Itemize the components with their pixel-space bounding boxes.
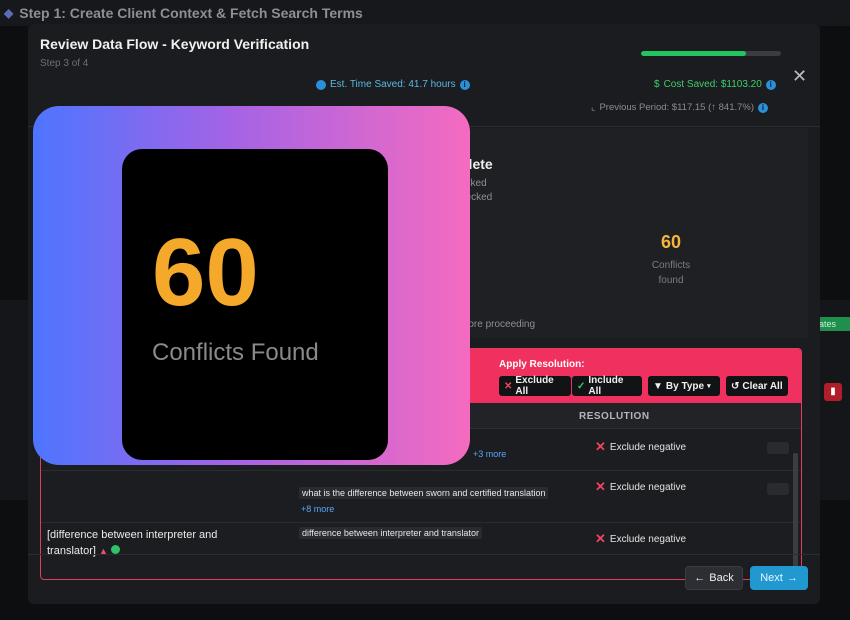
x-icon: ✕ xyxy=(595,479,606,494)
chart-icon: ⌞ xyxy=(591,102,596,113)
scrollbar[interactable] xyxy=(793,453,798,577)
row-action-button[interactable] xyxy=(767,483,789,495)
by-type-label: By Type xyxy=(665,380,705,392)
arrow-left-icon: ← xyxy=(694,572,706,584)
resolution-column-header: RESOLUTION xyxy=(579,411,650,422)
step-indicator: Step 3 of 4 xyxy=(40,58,89,69)
step-icon: ◆ xyxy=(4,6,14,20)
instruction-text: efore proceeding xyxy=(460,319,536,330)
resolution-select[interactable]: ✕ Exclude negative xyxy=(595,531,686,547)
x-icon: ✕ xyxy=(595,531,606,546)
delete-icon[interactable]: ▮ xyxy=(824,383,842,401)
clear-all-button[interactable]: ↺ Clear All xyxy=(726,376,788,396)
conflicts-found-label: Conflicts Found xyxy=(152,339,319,366)
resolution-select[interactable]: ✕ Exclude negative xyxy=(595,439,686,455)
dollar-icon: $ xyxy=(654,79,660,90)
more-link[interactable]: +3 more xyxy=(473,449,506,459)
footer-divider xyxy=(28,554,820,555)
arrow-right-icon: → xyxy=(786,572,798,584)
step1-title: Step 1: Create Client Context & Fetch Se… xyxy=(19,5,363,21)
include-all-button[interactable]: ✓ Include All xyxy=(572,375,642,397)
table-row: what is the difference between sworn and… xyxy=(41,471,801,523)
conflicts-callout-card: 60 Conflicts Found xyxy=(122,149,388,460)
info-icon[interactable]: i xyxy=(758,102,769,113)
cost-saved: $ Cost Saved: $1103.20 i xyxy=(654,79,776,90)
back-button[interactable]: ← Back xyxy=(685,566,743,590)
conflicts-label: Conflicts xyxy=(651,260,691,271)
clear-all-label: Clear All xyxy=(742,380,783,392)
progress-fill xyxy=(641,51,746,56)
est-time-saved-text: Est. Time Saved: 41.7 hours xyxy=(330,79,456,90)
search-term-tag: what is the difference between sworn and… xyxy=(299,487,549,499)
row-action-button[interactable] xyxy=(767,442,789,454)
x-icon: ✕ xyxy=(595,439,606,454)
check-circle-icon xyxy=(110,545,120,554)
keyword-text: [difference between interpreter and tran… xyxy=(47,529,218,557)
progress-bar xyxy=(641,51,781,56)
previous-period-text: Previous Period: $117.15 (↑ 841.7%) xyxy=(599,102,755,113)
next-button[interactable]: Next → xyxy=(750,566,808,590)
previous-period: ⌞ Previous Period: $117.15 (↑ 841.7%) i xyxy=(591,102,769,113)
resolution-value: Exclude negative xyxy=(609,441,687,453)
close-icon[interactable]: ✕ xyxy=(792,66,807,87)
apply-resolution-label: Apply Resolution: xyxy=(499,359,585,370)
x-icon: ✕ xyxy=(504,380,513,392)
conflicts-label: found xyxy=(658,275,684,286)
chevron-down-icon: ▾ xyxy=(707,383,711,390)
exclude-all-label: Exclude All xyxy=(515,375,554,397)
check-icon: ✓ xyxy=(577,380,586,392)
exclude-all-button[interactable]: ✕ Exclude All xyxy=(499,375,571,397)
by-type-dropdown[interactable]: ▼ By Type ▾ xyxy=(648,376,720,396)
resolution-value: Exclude negative xyxy=(609,533,687,545)
resolution-select[interactable]: ✕ Exclude negative xyxy=(595,479,686,495)
cost-saved-text: Cost Saved: $1103.20 xyxy=(663,79,762,90)
back-label: Back xyxy=(709,572,734,584)
clock-icon xyxy=(316,79,326,90)
status-badge: ates xyxy=(815,317,850,331)
conflicts-big-number: 60 xyxy=(152,219,259,326)
conflicts-count: 60 xyxy=(660,232,682,252)
resolution-value: Exclude negative xyxy=(609,481,687,493)
undo-icon: ↺ xyxy=(731,380,740,392)
est-time-saved: Est. Time Saved: 41.7 hours i xyxy=(316,79,470,90)
info-icon[interactable]: i xyxy=(459,79,470,90)
include-all-label: Include All xyxy=(588,375,624,397)
info-icon[interactable]: i xyxy=(765,79,776,90)
modal-title: Review Data Flow - Keyword Verification xyxy=(40,36,310,52)
filter-icon: ▼ xyxy=(653,380,663,392)
more-link[interactable]: +8 more xyxy=(301,504,334,514)
next-label: Next xyxy=(760,572,783,584)
search-term-tag: difference between interpreter and trans… xyxy=(299,527,482,539)
step1-header[interactable]: ◆ Step 1: Create Client Context & Fetch … xyxy=(0,0,850,26)
